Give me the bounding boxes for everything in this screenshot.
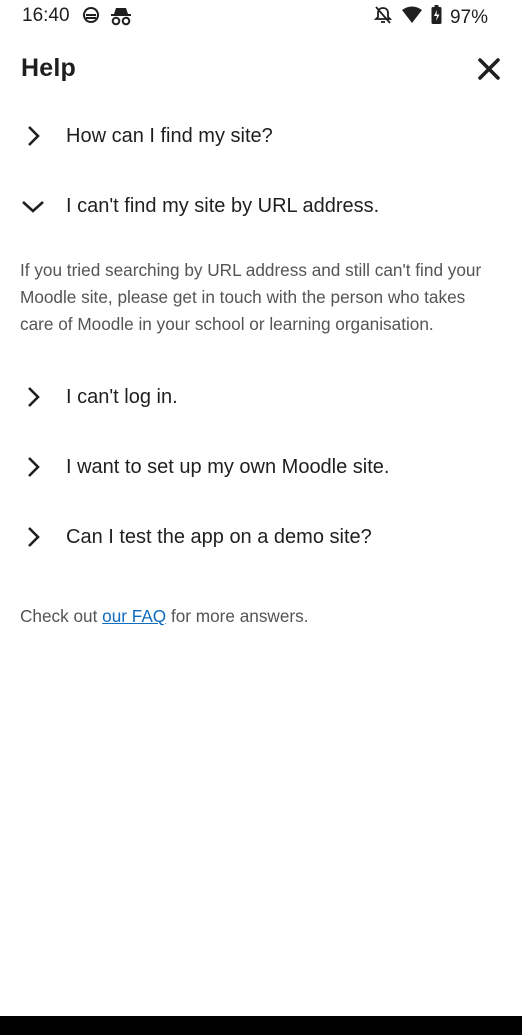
battery-percentage: 97%: [449, 6, 488, 28]
faq-footer: Check out our FAQ for more answers.: [20, 606, 309, 627]
faq-item-label: I want to set up my own Moodle site.: [66, 455, 390, 478]
faq-item-label: I can't log in.: [66, 385, 178, 408]
bell-off-icon: [373, 5, 393, 30]
footer-prefix: Check out: [20, 606, 103, 626]
faq-list: How can I find my site? I can't find my …: [0, 101, 522, 572]
incognito-icon: [110, 6, 132, 31]
faq-item-url-address[interactable]: I can't find my site by URL address.: [0, 171, 522, 241]
page-title: Help: [21, 54, 76, 82]
chevron-right-icon: [21, 385, 45, 409]
close-button[interactable]: [476, 56, 502, 82]
battery-icon: [431, 5, 442, 30]
faq-item-own-site[interactable]: I want to set up my own Moodle site.: [0, 432, 522, 502]
system-nav-bar: [0, 1016, 522, 1035]
faq-item-find-site[interactable]: How can I find my site?: [0, 101, 522, 171]
app-bar: Help: [0, 42, 522, 98]
chevron-down-icon: [21, 194, 45, 218]
faq-item-label: I can't find my site by URL address.: [66, 194, 380, 217]
faq-link[interactable]: our FAQ: [102, 606, 166, 626]
chevron-right-icon: [21, 455, 45, 479]
faq-item-demo-site[interactable]: Can I test the app on a demo site?: [0, 502, 522, 572]
data-saver-icon: [82, 6, 100, 31]
footer-suffix: for more answers.: [166, 606, 309, 626]
faq-item-cant-log-in[interactable]: I can't log in.: [0, 362, 522, 432]
faq-item-label: Can I test the app on a demo site?: [66, 525, 372, 548]
faq-item-label: How can I find my site?: [66, 124, 273, 147]
status-right-icons: 97%: [373, 5, 488, 30]
status-bar: 16:40 97%: [0, 0, 522, 34]
status-time: 16:40: [22, 5, 70, 26]
chevron-right-icon: [21, 124, 45, 148]
status-left-icons: [82, 6, 132, 31]
close-icon: [478, 58, 500, 80]
chevron-right-icon: [21, 525, 45, 549]
faq-answer-url-address: If you tried searching by URL address an…: [20, 260, 482, 334]
wifi-icon: [401, 6, 423, 29]
